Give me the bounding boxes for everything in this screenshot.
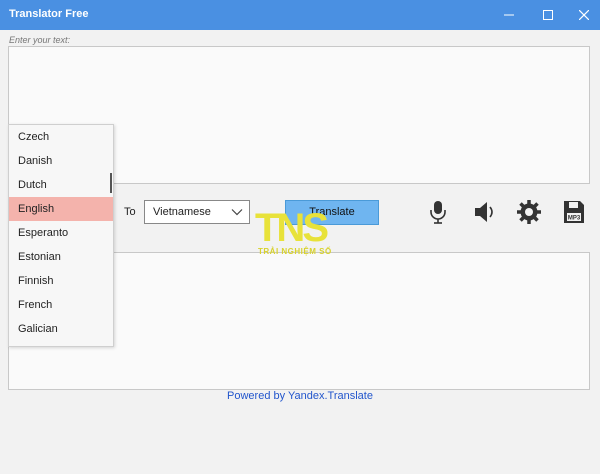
source-language-list[interactable]: Czech Danish Dutch English Esperanto Est… [8,124,114,347]
language-item-estonian[interactable]: Estonian [9,245,113,269]
close-button[interactable] [561,0,600,30]
language-item-danish[interactable]: Danish [9,149,113,173]
list-scrollbar[interactable] [110,173,112,193]
powered-by-link[interactable]: Powered by Yandex.Translate [0,390,600,402]
language-item-finnish[interactable]: Finnish [9,269,113,293]
title-bar: Translator Free [0,0,600,30]
target-language-select[interactable]: Vietnamese [144,200,250,224]
minimize-icon [504,14,514,16]
save-mp3-icon[interactable]: MP3 [560,198,588,226]
microphone-icon[interactable] [424,198,452,226]
mp3-label: MP3 [568,216,581,222]
language-item-english[interactable]: English [9,197,113,221]
language-item-esperanto[interactable]: Esperanto [9,221,113,245]
language-item-dutch[interactable]: Dutch [9,173,113,197]
watermark-logo: TNS TRẢI NGHIỆM SỐ [252,208,352,260]
close-icon [579,10,589,20]
to-label: To [124,206,136,218]
language-item-czech[interactable]: Czech [9,125,113,149]
language-item-galician[interactable]: Galician [9,317,113,341]
watermark-main: TNS [255,206,329,250]
language-item-french[interactable]: French [9,293,113,317]
window-title: Translator Free [9,8,89,20]
watermark-sub: TRẢI NGHIỆM SỐ [258,247,332,256]
speaker-icon[interactable] [470,198,498,226]
gear-icon[interactable] [515,198,543,226]
chevron-down-icon [231,209,243,216]
target-language-value: Vietnamese [153,206,211,218]
input-label: Enter your text: [9,35,71,45]
maximize-icon [543,10,553,20]
